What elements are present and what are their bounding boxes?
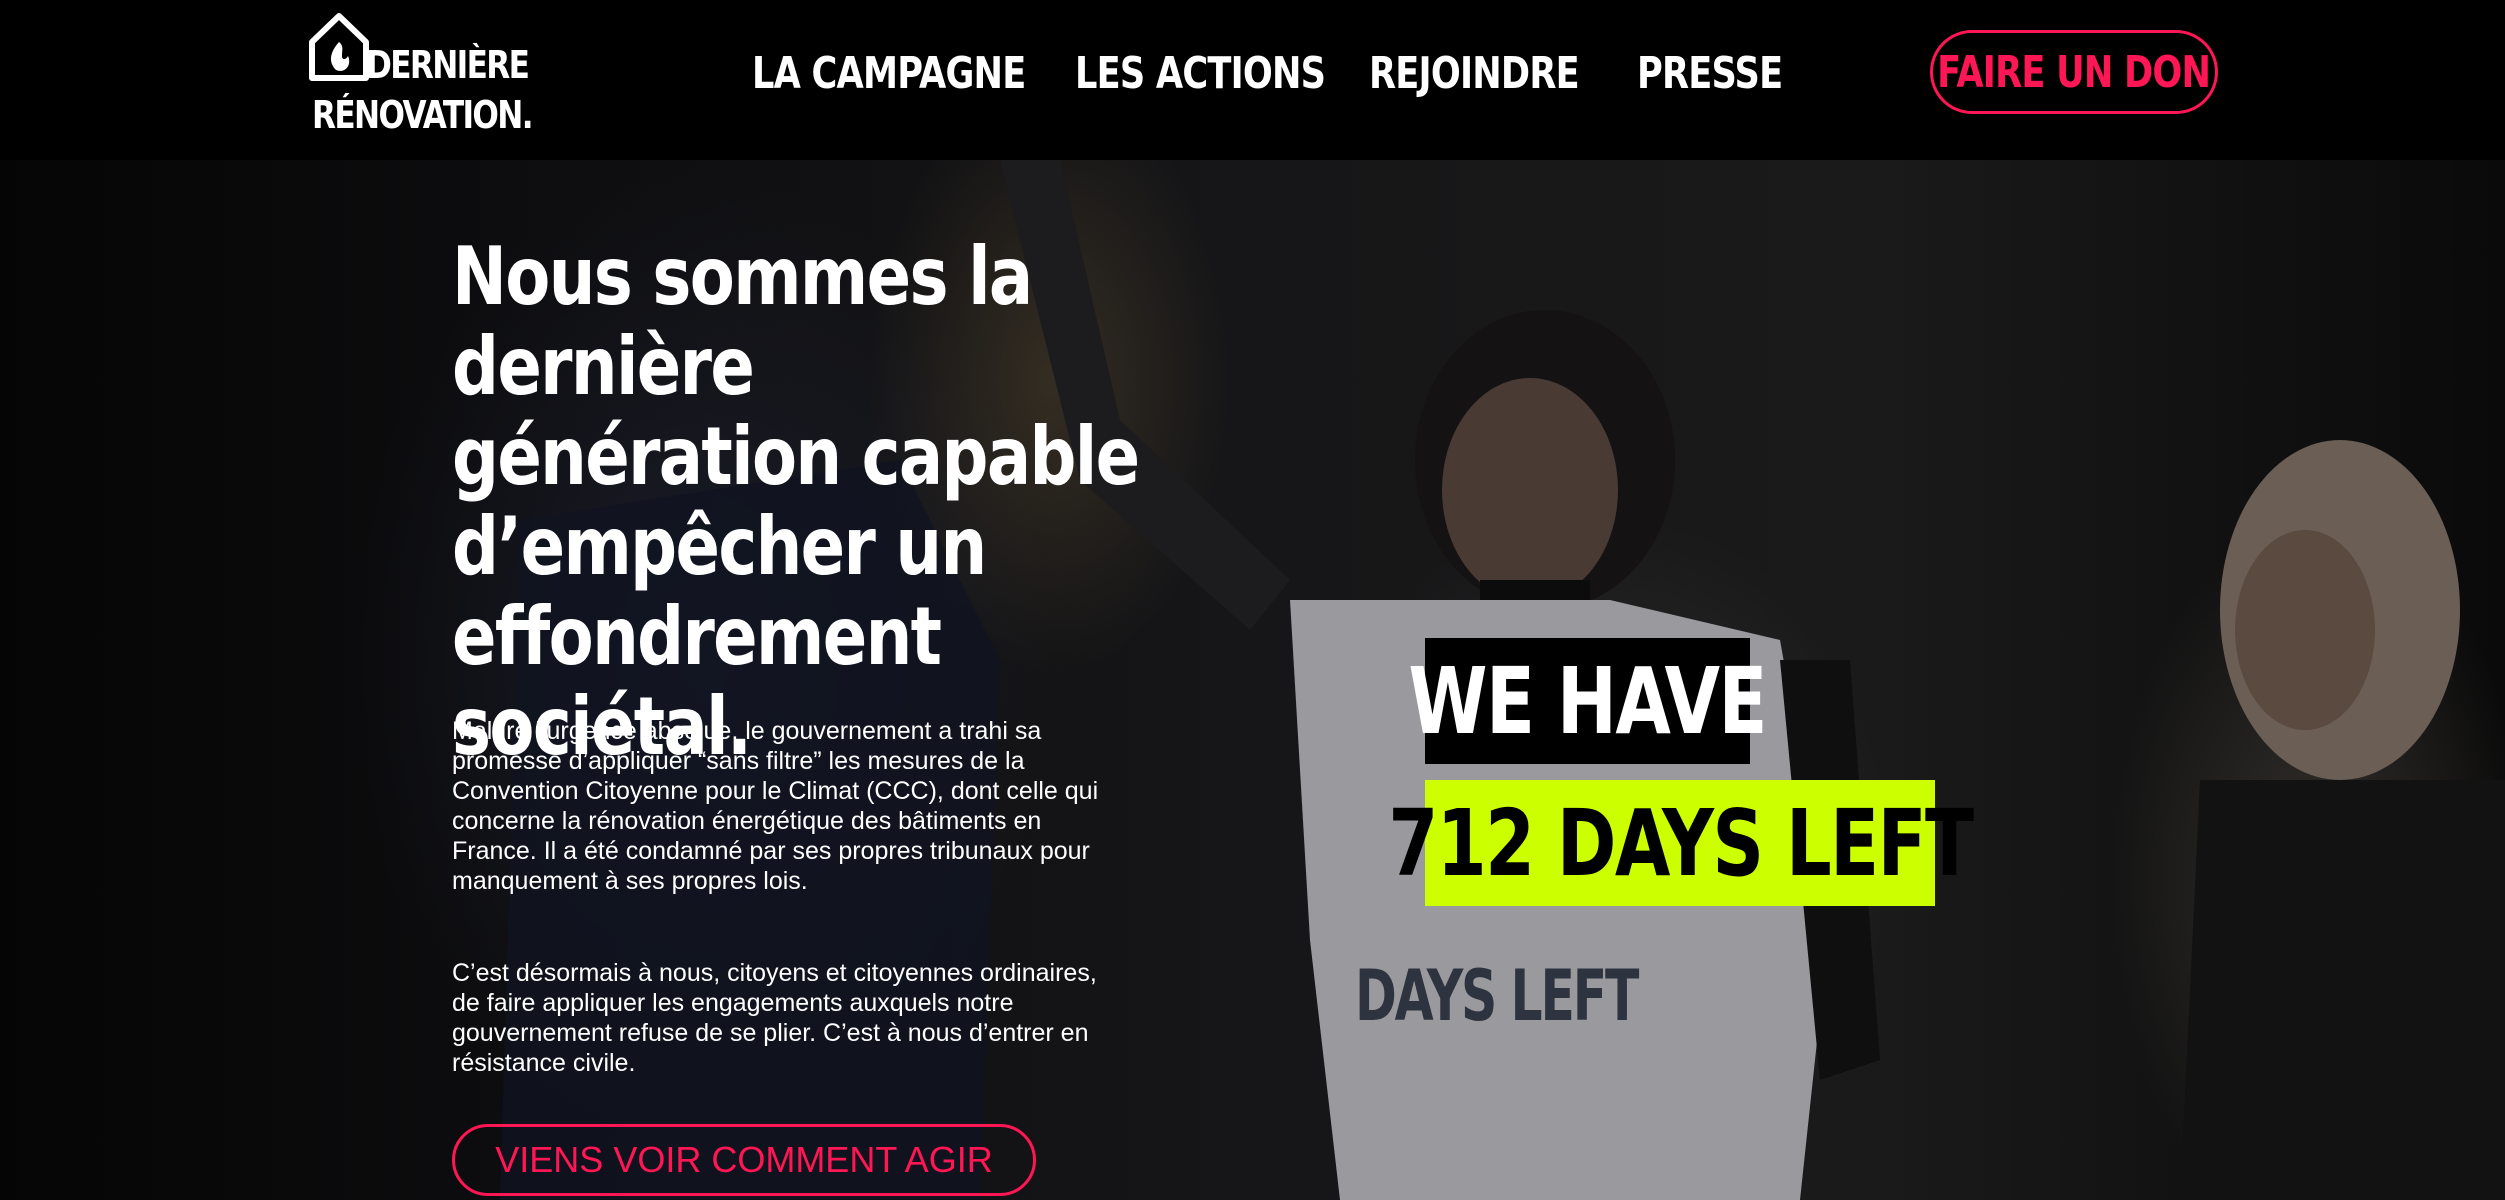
cta-button[interactable]: VIENS VOIR COMMENT AGIR xyxy=(452,1124,1036,1196)
hero-paragraph-2: C’est désormais à nous, citoyens et cito… xyxy=(452,959,1097,1077)
hero-headline: Nous sommes la dernière génération capab… xyxy=(452,232,1140,772)
woman-face-shape xyxy=(2235,530,2375,730)
nav-item-les-actions[interactable]: LES ACTIONS xyxy=(1075,48,1326,99)
nav-item-presse[interactable]: PRESSE xyxy=(1637,48,1783,99)
site-header: DERNIÈRE RÉNOVATION. LA CAMPAGNE LES ACT… xyxy=(0,0,2505,160)
hero-photo-figures xyxy=(500,160,2505,1200)
we-have-text: WE HAVE xyxy=(1408,647,1768,755)
woman-body-shape xyxy=(2180,780,2505,1200)
nav-item-rejoindre[interactable]: REJOINDRE xyxy=(1369,48,1580,99)
house-flame-icon xyxy=(309,13,369,81)
hero-paragraph-1: Malgré l’urgence absolue, le gouvernemen… xyxy=(452,717,1099,895)
hero-headline-text: Nous sommes la dernière génération capab… xyxy=(452,230,1140,773)
page: DAYS LEFT DERNIÈRE RÉNOVATION. LA CAMPAG… xyxy=(0,0,2505,1200)
logo[interactable]: DERNIÈRE RÉNOVATION. xyxy=(308,12,534,134)
days-left-tag: 712 DAYS LEFT xyxy=(1388,780,1974,906)
shirt-print-text: DAYS LEFT xyxy=(1355,955,1639,1037)
nav-item-la-campagne[interactable]: LA CAMPAGNE xyxy=(752,48,1026,99)
days-left-text: 712 DAYS LEFT xyxy=(1387,789,1974,897)
logo-text-line2: RÉNOVATION. xyxy=(312,93,534,137)
donate-button-label: FAIRE UN DON xyxy=(1937,46,2211,98)
donate-button[interactable]: FAIRE UN DON xyxy=(1930,30,2218,114)
face-shape xyxy=(1442,378,1618,602)
we-have-tag: WE HAVE xyxy=(1409,638,1768,764)
logo-text-line1: DERNIÈRE xyxy=(366,43,530,87)
